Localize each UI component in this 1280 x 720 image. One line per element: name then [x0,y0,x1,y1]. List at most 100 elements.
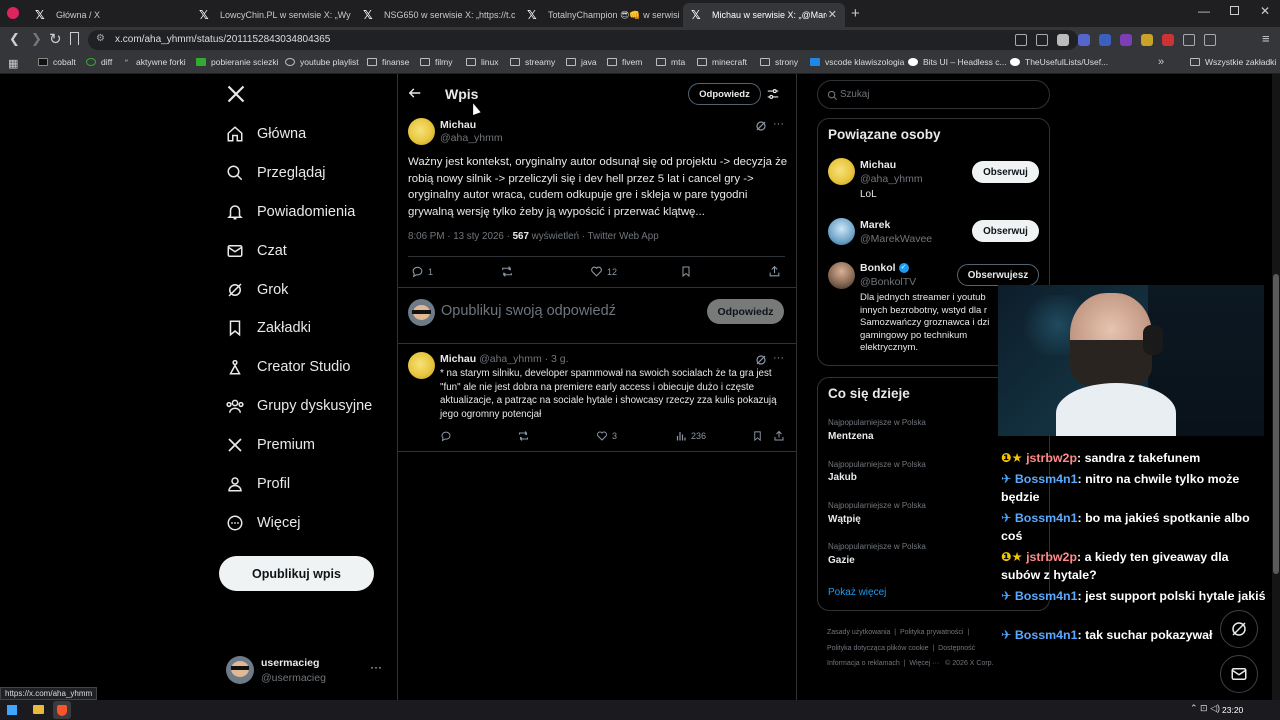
bookmark-cobalt[interactable]: cobalt [38,57,76,67]
avatar[interactable] [408,352,435,379]
grok-float-button[interactable] [1220,610,1258,648]
all-bookmarks[interactable]: Wszystkie zakładki [1190,57,1276,67]
tab-4-active[interactable]: 𝕏 Michau w serwisie X: „@MarekW✕ [683,3,845,27]
forward-icon[interactable]: ❯ [31,31,42,47]
avatar[interactable] [408,118,435,145]
bookmark-minecraft[interactable]: minecraft [697,57,747,67]
tray-icons[interactable]: ⌃ ⊡ ◁) [1190,703,1220,714]
footer-link[interactable]: Dostępność [938,645,975,652]
like-action[interactable]: 12 [590,265,617,278]
sidebar-item-grok[interactable]: Grok [225,277,288,303]
bookmark-vscode[interactable]: vscode klawiszologia [810,57,904,67]
bookmark-diff[interactable]: diff [86,57,112,67]
footer-link[interactable]: Polityka dotycząca plików cookie [827,645,929,652]
repost-action[interactable] [517,430,534,442]
close-tab-icon[interactable]: ✕ [828,8,837,21]
share-action[interactable] [773,430,789,442]
more-dots-icon[interactable]: ··· [773,118,784,130]
bookmark-bits-ui[interactable]: Bits UI – Headless c... [908,57,1007,67]
footer-link[interactable]: Informacja o reklamach [827,660,900,667]
bookmark-linux[interactable]: linux [466,57,498,67]
search-box[interactable]: Szukaj [817,80,1050,109]
person-name[interactable]: Marek [860,219,890,231]
post-button[interactable]: Opublikuj wpis [219,556,374,591]
bookmark-java[interactable]: java [566,57,597,67]
sidebar-item-profile[interactable]: Profil [225,471,290,497]
avatar[interactable] [828,218,855,245]
file-explorer-icon[interactable] [33,705,44,714]
footer-link[interactable]: Polityka prywatności [900,629,963,636]
reply-composer-input[interactable]: Opublikuj swoją odpowiedź [441,303,616,319]
bookmark-usefullists[interactable]: TheUsefulLists/Usef... [1010,57,1108,67]
trend-name[interactable]: Mentzena [828,431,874,442]
bookmark-strony[interactable]: strony [760,57,798,67]
repost-action[interactable] [500,265,518,278]
sidebar-item-communities[interactable]: Grupy dyskusyjne [225,393,372,419]
browser-taskbar-icon[interactable] [53,701,71,719]
new-tab-icon[interactable]: + [851,5,860,22]
back-arrow-icon[interactable] [408,86,422,105]
x-logo-icon[interactable] [226,84,246,109]
minimize-icon[interactable]: — [1198,4,1210,18]
search-input[interactable]: Szukaj [840,89,869,100]
reply-action[interactable] [440,430,456,442]
restore-icon[interactable] [1230,6,1239,15]
reply-time[interactable]: · 3 g. [545,353,569,365]
bookmark-finanse[interactable]: finanse [367,57,409,67]
like-action[interactable]: 3 [596,430,617,442]
url-field[interactable]: ⚙ x.com/aha_yhmm/status/2011152843034804… [88,30,1078,50]
person-name[interactable]: Michau [860,159,896,171]
sidebar-item-explore[interactable]: Przeglądaj [225,160,326,186]
apps-grid-icon[interactable]: ▦ [8,57,18,70]
bookmark-mta[interactable]: mta [656,57,685,67]
footer-link[interactable]: Więcej ··· [909,660,939,667]
more-bookmarks-icon[interactable]: » [1158,56,1164,68]
bookmark-filmy[interactable]: filmy [420,57,452,67]
reply-author-name[interactable]: Michau [440,353,476,365]
bookmark-action[interactable] [680,265,696,278]
views-action[interactable]: 236 [675,430,706,442]
post-time[interactable]: 8:06 PM · 13 sty 2026 · [408,231,513,242]
site-settings-icon[interactable]: ⚙ [96,33,105,44]
sidebar-item-creator-studio[interactable]: Creator Studio [225,354,351,380]
menu-icon[interactable]: ≡ [1262,31,1270,46]
show-more-link[interactable]: Pokaż więcej [828,587,886,598]
sliders-icon[interactable] [766,87,780,106]
bookmark-streamy[interactable]: streamy [510,57,555,67]
bookmark-pobieranie[interactable]: pobieranie sciezki [196,57,279,67]
person-name[interactable]: Bonkol [860,262,896,274]
follow-button[interactable]: Obserwuj [972,220,1039,242]
sidebar-item-premium[interactable]: Premium [225,432,315,458]
bookmark-youtube-playlist[interactable]: youtube playlist [285,57,359,67]
reply-action[interactable]: 1 [411,265,433,278]
browser-logo-icon[interactable] [7,7,19,19]
reload-icon[interactable]: ↻ [49,30,62,48]
messages-float-button[interactable] [1220,655,1258,693]
extension-icons[interactable] [1015,34,1216,46]
grok-icon[interactable] [755,119,767,137]
tab-2[interactable]: 𝕏 NSG650 w serwisie X: „https://t.co/llt [355,3,515,27]
sidebar-item-notifications[interactable]: Powiadomienia [225,199,355,225]
sidebar-item-home[interactable]: Główna [225,121,306,147]
sidebar-item-more[interactable]: Więcej [225,510,301,536]
tab-1[interactable]: 𝕏 LowcyChin.PL w serwisie X: „Wyprzed [191,3,351,27]
close-window-icon[interactable]: ✕ [1260,4,1270,18]
tab-0[interactable]: 𝕏 Główna / X [27,3,187,27]
sidebar-item-chat[interactable]: Czat [225,238,287,264]
avatar[interactable] [828,158,855,185]
follow-button[interactable]: Obserwuj [972,161,1039,183]
start-icon[interactable] [7,705,17,715]
trend-name[interactable]: Jakub [828,472,857,483]
composer-reply-button[interactable]: Odpowiedz [707,299,784,324]
sidebar-item-bookmarks[interactable]: Zakładki [225,315,311,341]
post-author-name[interactable]: Michau [440,119,476,131]
more-dots-icon[interactable]: ··· [773,352,784,364]
bookmark-fivem[interactable]: fivem [607,57,642,67]
bookmark-action[interactable] [752,430,767,442]
page-scrollbar[interactable] [1272,74,1280,700]
scrollbar-thumb[interactable] [1273,274,1279,574]
bookmark-page-icon[interactable] [70,32,79,45]
post-author-handle[interactable]: @aha_yhmm [440,132,503,144]
tab-3[interactable]: 𝕏 TotalnyChampion 😎👊 w serwisie X [519,3,679,27]
following-button[interactable]: Obserwujesz [957,264,1039,286]
